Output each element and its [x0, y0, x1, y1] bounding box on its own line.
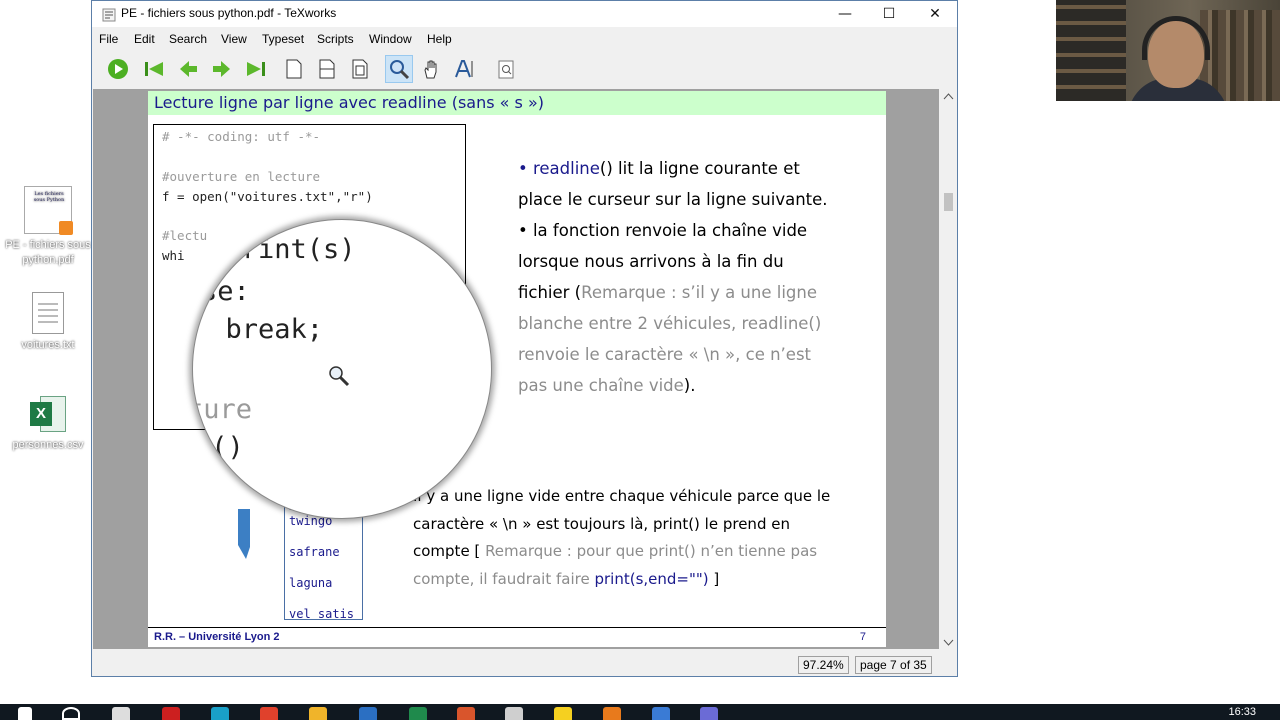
app-icon[interactable]	[652, 707, 670, 720]
slide-footer: R.R. – Université Lyon 2 7	[148, 627, 886, 647]
slide-header: Lecture ligne par ligne avec readline (s…	[148, 91, 886, 115]
powerpoint-icon[interactable]	[457, 707, 475, 720]
pdf-page: Lecture ligne par ligne avec readline (s…	[148, 91, 886, 647]
fit-window-icon[interactable]	[346, 55, 374, 83]
texworks-taskbar-icon[interactable]	[700, 707, 718, 720]
output-line: vel satis	[289, 607, 355, 621]
menu-window[interactable]: Window	[369, 32, 412, 46]
explanation-text: • readline() lit la ligne courante et pl…	[518, 153, 838, 401]
scroll-down-icon[interactable]	[943, 639, 954, 647]
previous-page-icon[interactable]	[174, 55, 202, 83]
actual-size-icon[interactable]	[280, 55, 308, 83]
magnified-line: se:	[201, 276, 250, 307]
pdf-thumbnail-icon: Les fichiers sous Python	[24, 186, 73, 235]
title-bar[interactable]: PE - fichiers sous python.pdf - TeXworks…	[92, 1, 957, 27]
scroll-hand-icon[interactable]	[418, 55, 446, 83]
desktop-icon-txt[interactable]: voitures.txt	[0, 292, 96, 353]
webcam-overlay	[1056, 0, 1280, 101]
maximize-button[interactable]: ☐	[866, 1, 912, 27]
app-icon[interactable]	[603, 707, 621, 720]
start-icon[interactable]	[18, 707, 32, 720]
taskbar	[0, 704, 1280, 720]
readline-keyword: • readline	[518, 159, 600, 178]
excel-icon: X	[30, 396, 66, 434]
magnified-line: e()	[195, 432, 244, 463]
desktop-icon-pdf[interactable]: Les fichiers sous Python PE - fichiers s…	[0, 186, 96, 268]
excel-taskbar-icon[interactable]	[409, 707, 427, 720]
select-text-icon[interactable]	[451, 55, 479, 83]
notepad-icon[interactable]	[505, 707, 523, 720]
footer-page-number: 7	[859, 631, 866, 643]
toolbar	[92, 53, 957, 85]
menu-edit[interactable]: Edit	[134, 32, 155, 46]
desktop-icon-label: voitures.txt	[21, 339, 75, 351]
scrollbar-thumb[interactable]	[944, 193, 953, 211]
arrow-icon	[238, 509, 250, 559]
magnified-line: print(s)	[193, 234, 356, 265]
menu-help[interactable]: Help	[427, 32, 452, 46]
desktop-icon-label: PE - fichiers sous	[5, 239, 91, 251]
magnifier-cursor-icon	[329, 366, 350, 387]
typeset-run-icon[interactable]	[104, 55, 132, 83]
magnifier-lens: print(s) se: break; ture e()	[192, 219, 492, 519]
window-title: PE - fichiers sous python.pdf - TeXworks	[121, 6, 337, 20]
code-line: f = open("voitures.txt","r")	[162, 189, 373, 204]
menu-scripts[interactable]: Scripts	[317, 32, 354, 46]
desktop-icon-label: personnes.csv	[12, 439, 84, 451]
first-page-icon[interactable]	[140, 55, 168, 83]
menu-bar: File Edit Search View Typeset Scripts Wi…	[92, 29, 957, 51]
bottom-explanation: Il y a une ligne vide entre chaque véhic…	[413, 483, 833, 593]
task-view-icon[interactable]	[112, 707, 130, 720]
search-icon[interactable]	[62, 707, 80, 720]
menu-file[interactable]: File	[99, 32, 118, 46]
fit-width-icon[interactable]	[313, 55, 341, 83]
texworks-app-icon	[102, 7, 116, 22]
desktop-icon-csv[interactable]: X personnes.csv	[0, 396, 96, 453]
pdf-viewer[interactable]: Lecture ligne par ligne avec readline (s…	[93, 89, 939, 649]
code-line: whi	[162, 248, 185, 263]
desktop-icon-label: python.pdf	[22, 254, 74, 266]
bottom-code: print(s,end="")	[594, 569, 709, 588]
minimize-button[interactable]: —	[822, 1, 868, 27]
magnified-line: ture	[192, 394, 253, 425]
sticky-notes-icon[interactable]	[554, 707, 572, 720]
slide-title: Lecture ligne par ligne avec readline (s…	[154, 93, 544, 112]
word-icon[interactable]	[359, 707, 377, 720]
zoom-level[interactable]: 97.24%	[798, 656, 849, 674]
vertical-scrollbar[interactable]	[940, 89, 957, 651]
menu-search[interactable]: Search	[169, 32, 207, 46]
taskbar-clock: 16:33	[1228, 706, 1256, 718]
next-page-icon[interactable]	[208, 55, 236, 83]
close-button[interactable]: ✕	[912, 1, 958, 27]
opera-icon[interactable]	[162, 707, 180, 720]
magnify-tool-icon[interactable]	[385, 55, 413, 83]
code-line: #ouverture en lecture	[162, 169, 321, 184]
bottom-close: ]	[708, 569, 720, 588]
output-line: safrane	[289, 545, 340, 559]
find-icon[interactable]	[492, 55, 520, 83]
scroll-up-icon[interactable]	[943, 92, 954, 100]
file-explorer-icon[interactable]	[309, 707, 327, 720]
code-line: # -*- coding: utf -*-	[162, 129, 321, 144]
texworks-window: PE - fichiers sous python.pdf - TeXworks…	[91, 0, 958, 677]
menu-view[interactable]: View	[221, 32, 247, 46]
last-page-icon[interactable]	[242, 55, 270, 83]
text-file-icon	[32, 292, 64, 334]
edge-icon[interactable]	[211, 707, 229, 720]
output-line: laguna	[289, 576, 333, 590]
footer-author: R.R. – Université Lyon 2	[154, 631, 280, 643]
page-indicator[interactable]: page 7 of 35	[855, 656, 932, 674]
magnified-line: break;	[193, 314, 324, 345]
status-bar: 97.24% page 7 of 35	[92, 651, 957, 676]
bullet2-close: ).	[683, 376, 696, 395]
menu-typeset[interactable]: Typeset	[262, 32, 304, 46]
chrome-icon[interactable]	[260, 707, 278, 720]
pdf-thumb-title: Les fichiers sous Python	[33, 191, 65, 203]
